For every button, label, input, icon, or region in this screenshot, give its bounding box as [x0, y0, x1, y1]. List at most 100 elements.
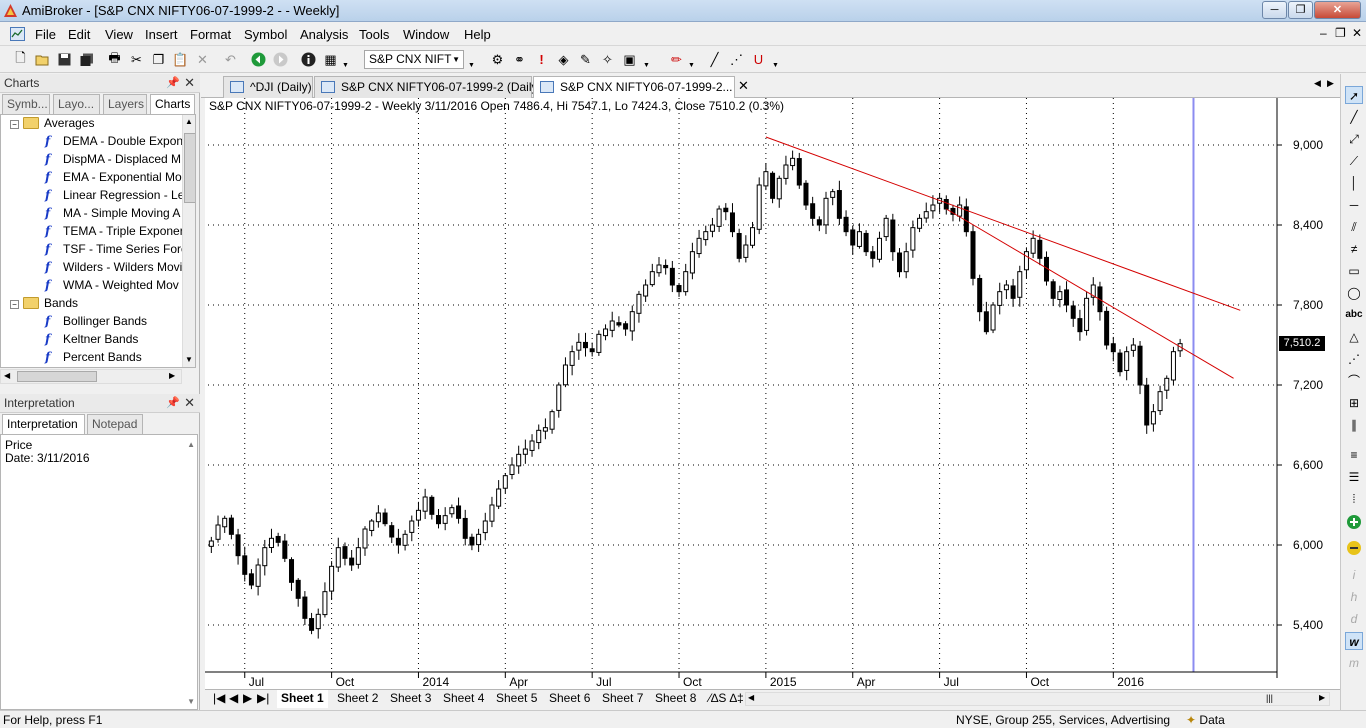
back-icon[interactable]	[250, 51, 267, 68]
menu-edit[interactable]: Edit	[68, 27, 90, 42]
price-chart[interactable]: 9,000 8,400 7,800 7,200 6,600 6,000 5,400 Jul O…	[205, 98, 1340, 689]
scroll-left-icon[interactable]: ◀	[748, 693, 754, 702]
symbol-dropdown-icon[interactable]: ▼	[468, 61, 475, 71]
layers-icon[interactable]: ◈	[555, 51, 572, 68]
close-icon[interactable]: ✕	[184, 395, 195, 411]
channel-icon[interactable]: ≠	[1345, 240, 1363, 258]
tree-scroll-thumb[interactable]	[184, 133, 195, 203]
dotted-line-icon[interactable]: ⋰	[728, 51, 745, 68]
tab-charts[interactable]: Charts	[150, 94, 195, 115]
tab-interpretation[interactable]: Interpretation	[2, 414, 85, 435]
quote-editor-dropdown-icon[interactable]: ▼	[342, 61, 349, 71]
tree-folder-averages[interactable]: Averages	[23, 116, 94, 134]
minimize-button[interactable]: ─	[1262, 1, 1287, 19]
italic-d-icon[interactable]: d	[1345, 610, 1363, 628]
tree-horizontal-scrollbar[interactable]: ◀ ▶	[0, 369, 182, 384]
menu-help[interactable]: Help	[464, 27, 491, 42]
horizontal-line-icon[interactable]: ─	[1345, 196, 1363, 214]
cut-icon[interactable]: ✂	[128, 51, 145, 68]
sheet-last-icon[interactable]: ▶|	[253, 690, 273, 708]
tree-item-linear-regression[interactable]: f Linear Regression - Lea	[45, 188, 191, 206]
tab-layers[interactable]: Layers	[103, 94, 147, 114]
italic-i-icon[interactable]: i	[1345, 566, 1363, 584]
pin-icon[interactable]: 📌	[166, 76, 180, 89]
tab-symbols[interactable]: Symb...	[2, 94, 50, 114]
collapse-bands-icon[interactable]: −	[10, 300, 19, 309]
fibonacci-fan-icon[interactable]: ⋰	[1345, 350, 1363, 368]
tree-vertical-scrollbar[interactable]: ▲ ▼	[182, 115, 195, 367]
collapse-averages-icon[interactable]: −	[10, 120, 19, 129]
rectangle-icon[interactable]: ▭	[1345, 262, 1363, 280]
fibonacci-timezones-icon[interactable]: ⦙	[1345, 490, 1363, 508]
arc-icon[interactable]: ⌒	[1345, 372, 1363, 390]
sheet-tab-6[interactable]: Sheet 6	[545, 690, 594, 708]
wand-icon[interactable]: ✧	[599, 51, 616, 68]
cycle-lines-icon[interactable]: ∥	[1345, 416, 1363, 434]
trend-line-icon[interactable]: ╱	[1345, 108, 1363, 126]
new-icon[interactable]: 🗋	[12, 50, 29, 68]
save-icon[interactable]	[56, 51, 73, 68]
tree-item-tema[interactable]: f TEMA - Triple Exponer	[45, 224, 184, 242]
parallel-lines-icon[interactable]: ⫽	[1345, 218, 1363, 236]
tree-item-bollinger[interactable]: f Bollinger Bands	[45, 314, 147, 332]
scan-icon[interactable]: ✎	[577, 51, 594, 68]
print-icon[interactable]: 🖶	[106, 50, 123, 68]
tab-nifty-daily[interactable]: S&P CNX NIFTY06-07-1999-2 (Daily)	[314, 76, 542, 98]
mdi-close-button[interactable]: ✕	[1352, 26, 1362, 40]
sheet-tab-3[interactable]: Sheet 3	[386, 690, 435, 708]
binoculars-icon[interactable]: ⚭	[511, 51, 528, 68]
scroll-right-icon[interactable]: ▶	[169, 371, 175, 380]
sheet-tab-1[interactable]: Sheet 1	[277, 690, 328, 708]
sheet-tab-4[interactable]: Sheet 4	[439, 690, 488, 708]
tree-item-ma[interactable]: f MA - Simple Moving A	[45, 206, 180, 224]
maximize-button[interactable]: ❐	[1288, 1, 1313, 19]
chart-pane[interactable]: S&P CNX NIFTY06-07-1999-2 - Weekly 3/11/…	[205, 98, 1340, 689]
tree-item-dema[interactable]: f DEMA - Double Exponen	[45, 134, 195, 152]
menu-analysis[interactable]: Analysis	[300, 27, 348, 42]
tab-scroll-left-icon[interactable]: ◀	[1314, 78, 1321, 89]
backtest-icon[interactable]: ▣	[621, 51, 638, 68]
tab-dji-daily[interactable]: ^DJI (Daily)	[223, 76, 313, 98]
tree-item-keltner[interactable]: f Keltner Bands	[45, 332, 138, 350]
chart-horizontal-scrollbar[interactable]: ◀ ||| ▶	[745, 692, 1330, 706]
pen-color-icon[interactable]: ✏	[668, 51, 685, 68]
pin-icon[interactable]: 📌	[166, 396, 180, 409]
extended-line-icon[interactable]: ⟋	[1345, 152, 1363, 170]
forward-icon[interactable]	[272, 51, 289, 68]
menu-view[interactable]: View	[105, 27, 133, 42]
line-icon[interactable]: ╱	[706, 51, 723, 68]
sheet-more-tabs[interactable]: ⁄∆S ∆‡	[705, 690, 748, 708]
ray-icon[interactable]: ⤢	[1345, 130, 1363, 148]
scroll-up-icon[interactable]: ▲	[187, 440, 195, 449]
tree-item-dispma[interactable]: f DispMA - Displaced M	[45, 152, 181, 170]
quote-editor-icon[interactable]: ▦	[322, 51, 339, 68]
undo-icon[interactable]: ↶	[222, 51, 239, 68]
sheet-tab-2[interactable]: Sheet 2	[333, 690, 382, 708]
trendline[interactable]	[765, 136, 1241, 311]
tree-item-tsf[interactable]: f TSF - Time Series Fore	[45, 242, 188, 260]
scroll-down-icon[interactable]: ▼	[185, 355, 193, 364]
menu-window[interactable]: Window	[403, 27, 449, 42]
tab-scroll-right-icon[interactable]: ▶	[1327, 78, 1334, 89]
tree-item-percent-bands[interactable]: f Percent Bands	[45, 350, 142, 367]
tab-notepad[interactable]: Notepad	[87, 414, 143, 434]
tab-layouts[interactable]: Layo...	[53, 94, 100, 114]
chart-doc-icon[interactable]	[10, 27, 25, 41]
fibonacci-extension-icon[interactable]: ☰	[1345, 468, 1363, 486]
alert-icon[interactable]: !	[533, 51, 550, 68]
sheet-tab-8[interactable]: Sheet 8	[651, 690, 700, 708]
tab-nifty-weekly[interactable]: S&P CNX NIFTY06-07-1999-2...	[533, 76, 735, 99]
scroll-left-icon[interactable]: ◀	[4, 371, 10, 380]
weekly-interval-icon[interactable]: w	[1345, 632, 1363, 650]
close-tab-icon[interactable]: ✕	[738, 78, 749, 94]
menu-file[interactable]: File	[35, 27, 56, 42]
copy-icon[interactable]: ❐	[150, 51, 167, 68]
tree-folder-bands[interactable]: Bands	[23, 296, 78, 314]
info-icon[interactable]	[300, 51, 317, 68]
sheet-tab-5[interactable]: Sheet 5	[492, 690, 541, 708]
italic-h-icon[interactable]: h	[1345, 588, 1363, 606]
scroll-down-icon[interactable]: ▼	[187, 697, 195, 706]
magnet-dropdown-icon[interactable]: ▼	[772, 61, 779, 71]
cursor-icon[interactable]: ➚	[1345, 86, 1363, 104]
menu-format[interactable]: Format	[190, 27, 231, 42]
